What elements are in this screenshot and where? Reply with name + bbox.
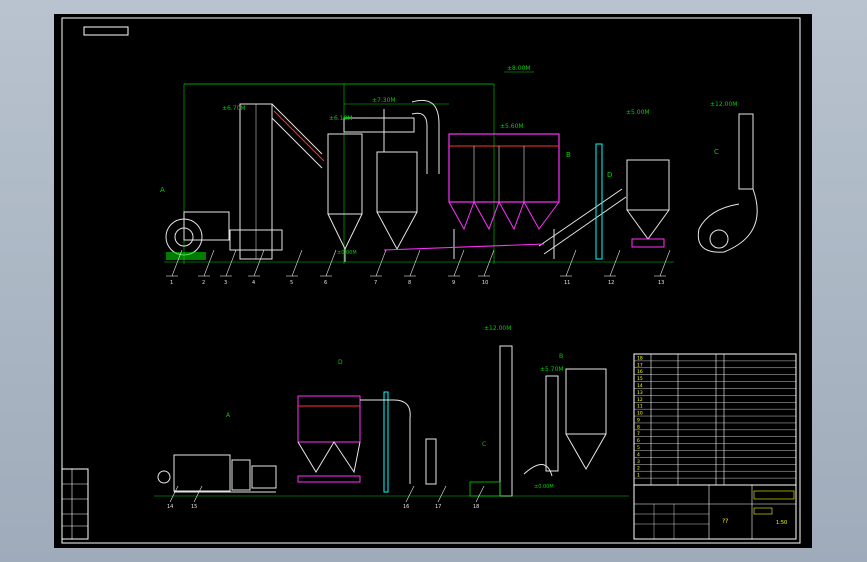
table-row-number: 9: [637, 417, 640, 423]
part-number: 2: [202, 280, 205, 286]
centrifugal-fan-1: [165, 211, 230, 260]
top-elevation-label: ±8.00M: [507, 65, 531, 72]
cyclone-separator-6: [327, 133, 363, 262]
part-number: 7: [374, 280, 377, 286]
part-leader: [253, 249, 265, 277]
storage-hopper: [626, 159, 670, 248]
table-row-number: 6: [637, 438, 640, 444]
part-leader: [609, 249, 621, 277]
elevator-column: [229, 103, 283, 260]
title-caption: ??: [722, 518, 728, 525]
lower-elevation-3: ±0.00M: [534, 484, 554, 490]
process-flow-drawing: ±8.00M B ±6.70M ±6.10M ±7.30M ±5.60M ±5.…: [61, 17, 801, 544]
table-row-number: 2: [637, 466, 640, 472]
elevation-4: ±5.60M: [500, 123, 524, 130]
part-number: 11: [564, 280, 570, 286]
lower-duct: [360, 399, 437, 485]
part-leader: [375, 249, 387, 277]
centrifugal-fan-2: [697, 113, 758, 253]
part-number: 5: [290, 280, 293, 286]
table-row-number: 17: [637, 362, 643, 368]
part-leader: [193, 485, 203, 503]
lower-elevation-2: ±5.70M: [540, 366, 564, 373]
part-leader: [475, 485, 485, 503]
part-leader: [437, 485, 447, 503]
part-number: 14: [167, 504, 173, 510]
revision-block: [61, 468, 89, 540]
lower-elevation-1: ±12.00M: [484, 325, 511, 332]
inclined-duct: [271, 103, 325, 169]
table-row-number: 5: [637, 445, 640, 451]
bucket-elevator: [469, 345, 513, 497]
parts-table-rows: 181716151413121110987654321: [634, 355, 796, 479]
bend-duct: [411, 99, 440, 174]
table-row-number: 12: [637, 397, 643, 403]
part-number: 16: [403, 504, 409, 510]
part-number: 6: [324, 280, 327, 286]
part-leader: [453, 249, 465, 277]
part-leader: [409, 249, 421, 277]
section-label-d: D: [607, 171, 612, 179]
zero-level: ±0.00M: [337, 250, 357, 256]
part-number: 15: [191, 504, 197, 510]
table-row-number: 7: [637, 431, 640, 437]
elevation-2: ±6.10M: [329, 115, 353, 122]
corner-tag-box: [83, 26, 129, 36]
bag-filter-upper: [448, 133, 560, 259]
table-row-number: 18: [637, 355, 643, 361]
part-number: 12: [608, 280, 614, 286]
drawing-sheet[interactable]: ±8.00M B ±6.70M ±6.10M ±7.30M ±5.60M ±5.…: [54, 14, 812, 548]
parts-list-table: 181716151413121110987654321: [633, 353, 797, 486]
part-number: 17: [435, 504, 441, 510]
upper-view: ±8.00M B ±6.70M ±6.10M ±7.30M ±5.60M ±5.…: [160, 65, 758, 286]
part-leader: [291, 249, 303, 277]
screw-conveyor: [383, 188, 627, 255]
part-number: 18: [473, 504, 479, 510]
table-row-number: 15: [637, 376, 643, 382]
table-row-number: 16: [637, 369, 643, 375]
table-row-number: 8: [637, 424, 640, 430]
lower-part-leaders: 14 15 16 17 18: [167, 485, 485, 510]
part-leader: [565, 249, 577, 277]
elevation-3: ±7.30M: [372, 97, 396, 104]
lower-section-d: D: [338, 359, 343, 366]
part-number: 4: [252, 280, 255, 286]
elevation-6: ±12.00M: [710, 101, 737, 108]
part-number: 10: [482, 280, 488, 286]
bag-filter-lower: [297, 391, 389, 493]
part-number: 1: [170, 280, 173, 286]
motor-fan-assembly: [157, 454, 277, 493]
part-number: 9: [452, 280, 455, 286]
part-number: 13: [658, 280, 664, 286]
part-number: 3: [224, 280, 227, 286]
part-leader: [405, 485, 415, 503]
title-scale: 1:50: [776, 520, 787, 526]
part-leader: [325, 249, 337, 277]
part-leader: [659, 249, 671, 277]
lower-view: A D ±12.00M ±5.70M ±0.00M C B 14 15 16 1…: [154, 325, 629, 510]
table-row-number: 14: [637, 383, 643, 389]
table-row-number: 4: [637, 452, 640, 458]
table-row-number: 13: [637, 390, 643, 396]
elevation-5: ±5.00M: [626, 109, 650, 116]
table-row-number: 11: [637, 404, 643, 410]
lower-section-a: A: [226, 412, 231, 419]
table-row-number: 1: [637, 473, 640, 479]
table-row-number: 3: [637, 459, 640, 465]
section-label-c: C: [714, 148, 719, 156]
lower-section-c: C: [482, 441, 486, 448]
part-leader: [483, 249, 495, 277]
title-block: ?? 1:50: [633, 484, 797, 540]
lower-hopper: [523, 368, 607, 477]
upper-part-leaders: 1 2 3 4 5 6 7 8 9 10 11 12 13: [166, 249, 671, 286]
table-row-number: 10: [637, 411, 643, 417]
section-label-a: A: [160, 186, 165, 194]
wall-column: [595, 143, 603, 260]
elevation-1: ±6.70M: [222, 105, 246, 112]
section-label-b: B: [566, 151, 571, 159]
part-number: 8: [408, 280, 411, 286]
part-leader: [225, 249, 237, 277]
lower-section-b: B: [559, 353, 563, 360]
